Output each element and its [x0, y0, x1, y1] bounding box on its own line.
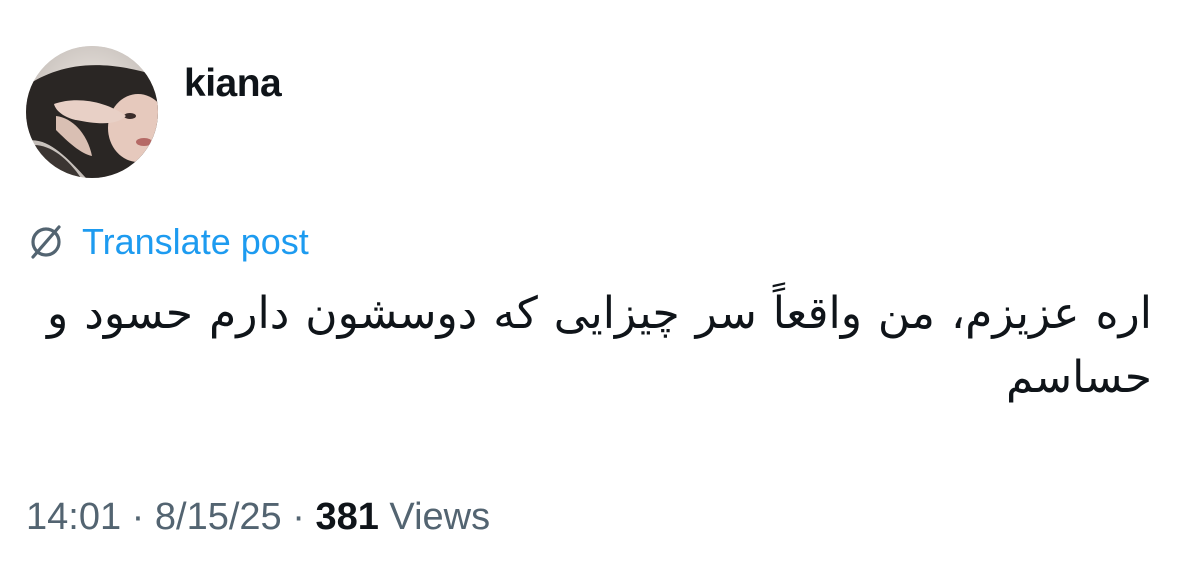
post-detail: kiana Translate post اره عزیزم، من واقعا…	[0, 0, 1178, 562]
translate-post-button[interactable]: Translate post	[26, 220, 309, 264]
translate-post-label: Translate post	[82, 221, 309, 262]
post-meta: 14:01 · 8/15/25 · 381 Views	[26, 498, 490, 536]
post-time[interactable]: 14:01	[26, 496, 121, 538]
meta-separator: ·	[292, 496, 305, 538]
globe-slash-icon	[26, 222, 66, 262]
post-date[interactable]: 8/15/25	[155, 496, 282, 538]
avatar-photo	[26, 46, 158, 178]
meta-separator: ·	[131, 496, 145, 538]
views-label: Views	[389, 496, 491, 538]
author-display-name[interactable]: kiana	[184, 64, 282, 103]
avatar[interactable]	[26, 46, 158, 178]
views-count[interactable]: 381	[315, 496, 378, 538]
post-text: اره عزیزم، من واقعاً سر چیزایی که دوسشون…	[46, 288, 1152, 403]
